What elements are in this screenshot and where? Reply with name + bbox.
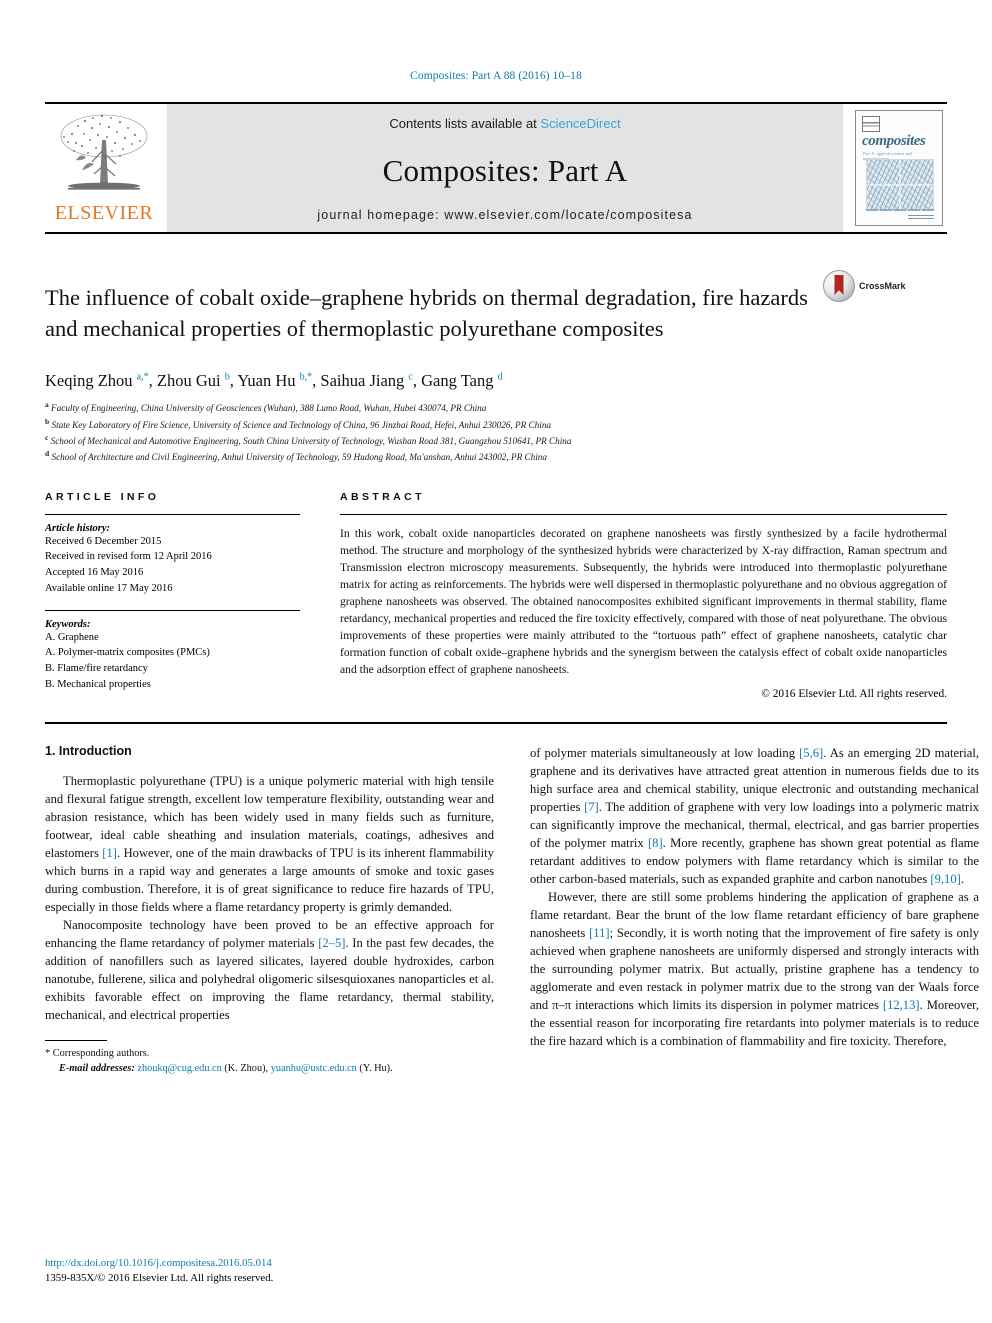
keyword-item: B. Mechanical properties — [45, 678, 151, 690]
paragraph: Nanocomposite technology have been prove… — [45, 917, 495, 1022]
abstract-copyright: © 2016 Elsevier Ltd. All rights reserved… — [761, 687, 947, 700]
history-online: Available online 17 May 2016 — [45, 582, 173, 594]
cover-elsevier-mark — [862, 116, 880, 132]
page-title: The influence of cobalt oxide–graphene h… — [45, 285, 808, 341]
keywords-label: Keywords: — [45, 618, 91, 630]
affiliation-marker: d — [45, 449, 50, 459]
elsevier-logo: ELSEVIER — [45, 104, 163, 232]
body-column-left: 1. Introduction Thermoplastic polyuretha… — [45, 744, 494, 1077]
journal-cover: composites Part A: applied science and m… — [851, 104, 947, 232]
keyword-item: A. Polymer-matrix composites (PMCs) — [45, 647, 210, 659]
paragraph: However, there are still some problems h… — [530, 889, 980, 1048]
section-heading-introduction: 1. Introduction — [45, 743, 132, 758]
affiliation-text: School of Mechanical and Automotive Engi… — [50, 436, 572, 446]
author-list: Keqing Zhou a,*, Zhou Gui b, Yuan Hu b,*… — [45, 371, 503, 391]
affiliation-list: a Faculty of Engineering, China Universi… — [45, 399, 947, 464]
journal-masthead: ELSEVIER Contents lists available at Sci… — [45, 102, 947, 234]
affiliation-text: School of Architecture and Civil Enginee… — [51, 452, 547, 463]
body-columns: 1. Introduction Thermoplastic polyuretha… — [45, 744, 979, 1077]
cover-footer-text — [866, 209, 934, 211]
affiliation-item: c School of Mechanical and Automotive En… — [45, 432, 947, 448]
footer-identifiers: http://dx.doi.org/10.1016/j.compositesa.… — [45, 1256, 273, 1287]
affiliation-marker: a — [45, 400, 49, 410]
doi-link[interactable]: http://dx.doi.org/10.1016/j.compositesa.… — [45, 1256, 273, 1272]
email-note: E-mail addresses: zhoukq@cug.edu.cn (K. … — [45, 1061, 494, 1076]
abstract-column: ABSTRACT In this work, cobalt oxide nano… — [340, 491, 947, 700]
history-revised: Received in revised form 12 April 2016 — [45, 551, 212, 563]
journal-title: Composites: Part A — [382, 152, 628, 188]
section-divider — [45, 721, 947, 724]
crossmark-label: CrossMark — [859, 281, 906, 291]
footnote-block: * Corresponding authors. E-mail addresse… — [45, 1046, 494, 1077]
email-link-hu[interactable]: yuanhu@ustc.edu.cn — [271, 1063, 357, 1074]
affiliation-item: a Faculty of Engineering, China Universi… — [45, 399, 947, 415]
footnote-rule — [45, 1039, 107, 1041]
divider — [340, 513, 947, 515]
masthead-center: Contents lists available at ScienceDirec… — [167, 104, 843, 232]
affiliation-text: State Key Laboratory of Fire Science, Un… — [51, 419, 552, 430]
article-page: Composites: Part A 88 (2016) 10–18 ELSEV… — [0, 0, 992, 1323]
elsevier-tree-icon — [60, 114, 148, 190]
divider — [45, 609, 300, 611]
journal-homepage-link[interactable]: journal homepage: www.elsevier.com/locat… — [317, 208, 692, 222]
email-link-zhou[interactable]: zhoukq@cug.edu.cn — [137, 1063, 221, 1074]
paragraph: Thermoplastic polyurethane (TPU) is a un… — [45, 773, 494, 914]
affiliation-item: b State Key Laboratory of Fire Science, … — [45, 416, 947, 432]
issn-copyright-line: 1359-835X/© 2016 Elsevier Ltd. All right… — [45, 1272, 274, 1285]
contents-available-line: Contents lists available at ScienceDirec… — [389, 116, 620, 131]
info-abstract-section: ARTICLE INFO Article history: Received 6… — [45, 491, 947, 700]
history-accepted: Accepted 16 May 2016 — [45, 567, 144, 579]
abstract-text: In this work, cobalt oxide nanoparticles… — [340, 526, 947, 676]
article-info-heading: ARTICLE INFO — [45, 490, 160, 503]
article-history-label: Article history: — [45, 522, 111, 534]
cover-publisher-mark — [908, 215, 934, 221]
contents-prefix: Contents lists available at — [389, 116, 541, 131]
crossmark-icon — [823, 270, 855, 302]
affiliation-text: Faculty of Engineering, China University… — [51, 403, 487, 414]
affiliation-marker: b — [45, 416, 50, 426]
keyword-item: B. Flame/fire retardancy — [45, 663, 148, 675]
title-row: The influence of cobalt oxide–graphene h… — [45, 268, 947, 359]
corresponding-author-note: * Corresponding authors. — [45, 1047, 150, 1059]
email-label: E-mail addresses: — [59, 1063, 135, 1075]
email-owner-hu: (Y. Hu). — [359, 1063, 393, 1075]
cover-artwork — [866, 159, 934, 211]
email-owner-zhou: (K. Zhou), — [224, 1063, 269, 1075]
elsevier-wordmark: ELSEVIER — [54, 202, 154, 224]
article-info-column: ARTICLE INFO Article history: Received 6… — [45, 491, 300, 700]
abstract-heading: ABSTRACT — [340, 490, 425, 503]
history-received: Received 6 December 2015 — [45, 535, 162, 547]
body-column-right: of polymer materials simultaneously at l… — [530, 744, 979, 1077]
keyword-item: A. Graphene — [45, 631, 99, 643]
paragraph: of polymer materials simultaneously at l… — [530, 745, 979, 886]
divider — [45, 513, 300, 515]
affiliation-marker: c — [45, 432, 49, 442]
sciencedirect-link[interactable]: ScienceDirect — [540, 116, 620, 131]
keywords-block: Keywords: A. Graphene A. Polymer-matrix … — [45, 619, 300, 693]
crossmark-badge[interactable]: CrossMark — [823, 270, 906, 302]
cover-title: composites — [862, 133, 926, 149]
running-head: Composites: Part A 88 (2016) 10–18 — [410, 70, 582, 82]
affiliation-item: d School of Architecture and Civil Engin… — [45, 448, 947, 464]
